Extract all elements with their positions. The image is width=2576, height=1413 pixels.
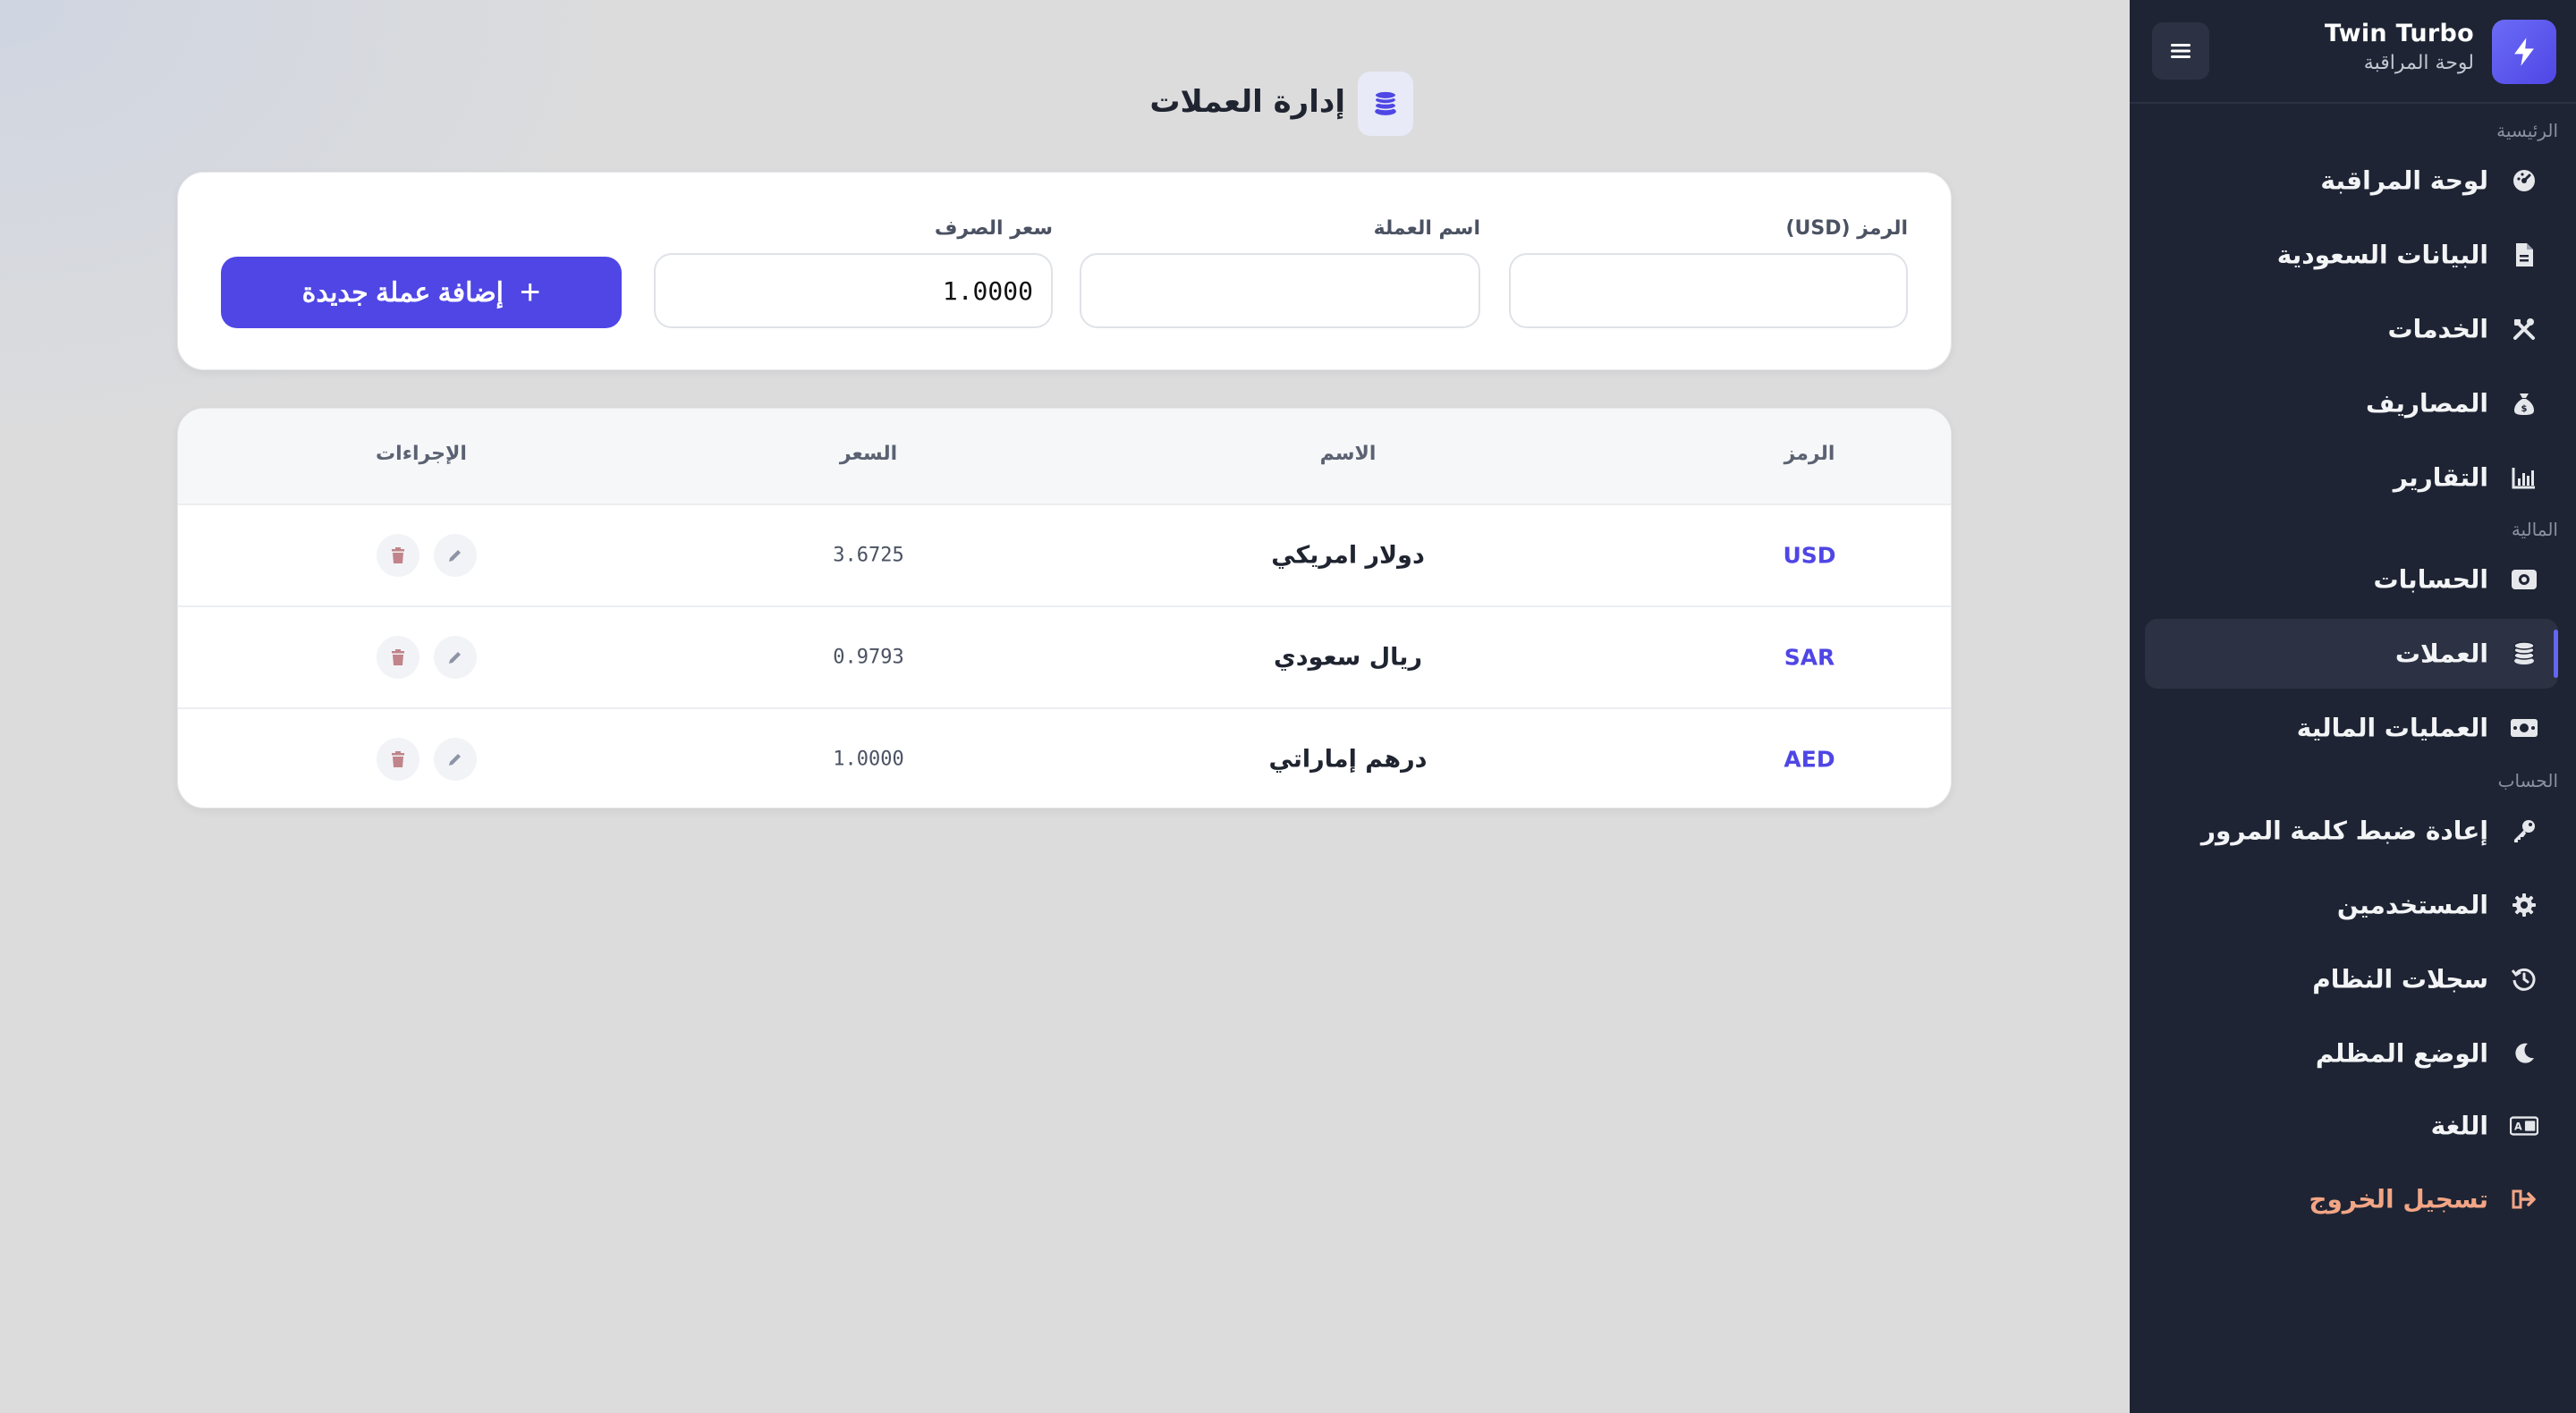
sidebar-item-label: اللغة <box>2430 1111 2488 1141</box>
sidebar-item-label: العملات <box>2394 639 2488 669</box>
sidebar-item-label: تسجيل الخروج <box>2309 1184 2488 1214</box>
tools-icon <box>2510 315 2538 343</box>
sidebar-item-label: سجلات النظام <box>2312 964 2488 994</box>
currency-rate: 0.9793 <box>833 646 904 669</box>
plus-icon: + <box>520 273 541 312</box>
sidebar-header: Twin Turbo لوحة المراقبة <box>2130 0 2576 104</box>
sidebar-item-label: المستخدمين <box>2336 890 2488 920</box>
sidebar-item-label: لوحة المراقبة <box>2320 165 2488 196</box>
coins-icon <box>1358 72 1413 136</box>
section-label-main: الرئيسية <box>2496 120 2558 141</box>
wallet-icon <box>2510 565 2538 594</box>
pencil-icon <box>449 550 461 562</box>
sidebar-item-logout[interactable]: تسجيل الخروج <box>2145 1164 2558 1234</box>
exchange-rate-label: سعر الصرف <box>934 217 1053 240</box>
sidebar-item-label: الوضع المظلم <box>2315 1038 2488 1069</box>
currencies-table: الرمز الاسم السعر الإجراءات USD دولار ام… <box>177 408 1952 808</box>
sidebar-item-label: إعادة ضبط كلمة المرور <box>2200 816 2488 846</box>
table-header: الرمز الاسم السعر الإجراءات <box>178 409 1951 505</box>
svg-text:A: A <box>2514 1121 2522 1133</box>
delete-button[interactable] <box>377 534 419 577</box>
sidebar-item-saudi-data[interactable]: البيانات السعودية <box>2145 220 2558 290</box>
coins-icon <box>2510 639 2538 668</box>
add-currency-button[interactable]: + إضافة عملة جديدة <box>221 257 622 328</box>
currency-code: AED <box>1784 746 1835 773</box>
svg-text:$: $ <box>2521 404 2528 414</box>
delete-button[interactable] <box>377 738 419 781</box>
sidebar-item-reports[interactable]: التقارير <box>2145 443 2558 512</box>
table-row: SAR ريال سعودي 0.9793 <box>178 605 1951 707</box>
currency-rate: 3.6725 <box>833 544 904 567</box>
currency-name: درهم إماراتي <box>1268 745 1428 774</box>
currency-rate: 1.0000 <box>833 748 904 771</box>
currency-code-input[interactable] <box>1509 253 1908 328</box>
column-header-code: الرمز <box>1784 443 1835 465</box>
page-title: إدارة العملات <box>1149 84 1345 120</box>
table-row: USD دولار امريكي 3.6725 <box>178 503 1951 605</box>
section-label-finance: المالية <box>2511 519 2558 540</box>
sidebar-item-language[interactable]: A اللغة <box>2145 1091 2558 1161</box>
exchange-rate-input[interactable] <box>654 253 1053 328</box>
trash-icon <box>392 547 404 563</box>
currency-code: SAR <box>1784 644 1835 671</box>
sidebar-item-label: المصاريف <box>2366 388 2488 419</box>
edit-button[interactable] <box>434 738 477 781</box>
currency-name: دولار امريكي <box>1271 541 1425 570</box>
brand-subtitle: لوحة المراقبة <box>2363 52 2474 74</box>
moon-icon <box>2510 1039 2538 1068</box>
currency-name-label: اسم العملة <box>1373 217 1480 240</box>
pencil-icon <box>449 754 461 766</box>
pencil-icon <box>449 652 461 664</box>
sidebar-item-label: الخدمات <box>2387 314 2488 344</box>
section-label-account: الحساب <box>2497 770 2558 791</box>
column-header-name: الاسم <box>1319 443 1377 465</box>
sidebar-item-system-logs[interactable]: سجلات النظام <box>2145 944 2558 1014</box>
sidebar-item-reset-password[interactable]: إعادة ضبط كلمة المرور <box>2145 796 2558 866</box>
key-icon <box>2510 816 2538 845</box>
trash-icon <box>392 649 404 665</box>
currency-name-input[interactable] <box>1080 253 1480 328</box>
sidebar-item-expenses[interactable]: $ المصاريف <box>2145 368 2558 438</box>
sidebar-item-accounts[interactable]: الحسابات <box>2145 545 2558 614</box>
sidebar-item-label: التقارير <box>2393 462 2488 493</box>
add-currency-button-label: إضافة عملة جديدة <box>301 277 504 308</box>
table-row: AED درهم إماراتي 1.0000 <box>178 707 1951 808</box>
hamburger-icon <box>2171 44 2190 58</box>
sidebar-item-services[interactable]: الخدمات <box>2145 294 2558 364</box>
bar-chart-icon <box>2510 463 2538 492</box>
logout-icon <box>2510 1185 2538 1214</box>
currency-name: ريال سعودي <box>1274 643 1422 672</box>
currency-code-label: الرمز (USD) <box>1785 217 1908 240</box>
edit-button[interactable] <box>434 534 477 577</box>
sidebar-item-users[interactable]: المستخدمين <box>2145 870 2558 940</box>
column-header-actions: الإجراءات <box>376 443 467 465</box>
money-bag-icon: $ <box>2510 389 2538 418</box>
sidebar-item-label: العمليات المالية <box>2296 713 2488 743</box>
currency-code: USD <box>1783 542 1836 569</box>
document-icon <box>2510 241 2538 269</box>
column-header-rate: السعر <box>839 443 898 465</box>
hamburger-menu-button[interactable] <box>2152 22 2209 80</box>
sidebar-item-label: البيانات السعودية <box>2276 240 2488 270</box>
sidebar: Twin Turbo لوحة المراقبة الرئيسية لوحة ا… <box>2130 0 2576 1413</box>
bolt-icon[interactable] <box>2492 20 2556 84</box>
sidebar-item-currencies[interactable]: العملات <box>2145 619 2558 689</box>
trash-icon <box>392 751 404 767</box>
sidebar-item-label: الحسابات <box>2373 564 2488 595</box>
edit-button[interactable] <box>434 636 477 679</box>
delete-button[interactable] <box>377 636 419 679</box>
gear-icon <box>2510 891 2538 919</box>
history-icon <box>2510 965 2538 994</box>
add-currency-form: الرمز (USD) اسم العملة سعر الصرف + إضافة… <box>177 172 1952 370</box>
gauge-icon <box>2510 166 2538 195</box>
sidebar-item-dark-mode[interactable]: الوضع المظلم <box>2145 1019 2558 1088</box>
sidebar-item-dashboard[interactable]: لوحة المراقبة <box>2145 146 2558 216</box>
money-bill-icon <box>2510 714 2538 742</box>
language-icon: A <box>2510 1112 2538 1140</box>
brand-title: Twin Turbo <box>2324 20 2474 47</box>
sidebar-item-financial-operations[interactable]: العمليات المالية <box>2145 693 2558 763</box>
